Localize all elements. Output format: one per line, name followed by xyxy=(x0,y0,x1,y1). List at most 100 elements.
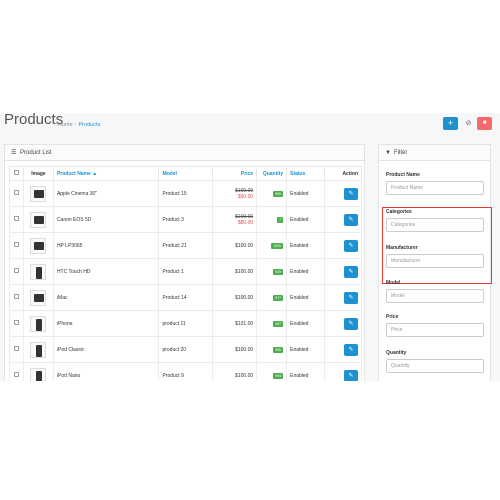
filter-icon: ▼ xyxy=(385,150,391,156)
select-all-cell xyxy=(9,166,24,181)
product-name: HP LP3065 xyxy=(52,232,160,259)
quantity-badge: 939 xyxy=(273,268,284,275)
product-model: Product 15 xyxy=(158,180,214,207)
product-list-heading: ☰ Product List xyxy=(5,145,364,161)
product-price: $101.00 xyxy=(212,310,258,337)
filter-heading: ▼ Filter xyxy=(379,145,490,161)
pencil-icon: ✎ xyxy=(348,190,354,197)
edit-button[interactable]: ✎ xyxy=(344,369,358,381)
edit-button[interactable]: ✎ xyxy=(344,239,358,252)
quantity-badge: 994 xyxy=(273,372,284,379)
product-status: Enabled xyxy=(286,362,326,381)
product-model: Product 14 xyxy=(158,284,214,311)
table-header-row: Image Product Name ▲ Model Price Quantit… xyxy=(9,166,362,181)
table-row: HP LP3065 Product 21 $100.00 1000 Enable… xyxy=(9,232,362,259)
edit-button[interactable]: ✎ xyxy=(344,291,358,304)
row-checkbox[interactable] xyxy=(13,190,19,195)
product-thumbnail xyxy=(30,185,47,202)
filter-title: Filter xyxy=(394,150,408,156)
row-checkbox[interactable] xyxy=(13,372,19,377)
edit-button[interactable]: ✎ xyxy=(344,317,358,330)
edit-button[interactable]: ✎ xyxy=(344,343,358,356)
column-status[interactable]: Status xyxy=(286,166,326,181)
page-header: Products Home › Products + ⊘ ■ xyxy=(0,113,500,133)
breadcrumb-products[interactable]: Products xyxy=(79,122,101,128)
edit-button[interactable]: ✎ xyxy=(344,265,358,278)
product-price: $100.00 xyxy=(212,284,258,311)
column-model[interactable]: Model xyxy=(158,166,214,181)
quantity-label: Quantity xyxy=(386,350,407,356)
column-product-name[interactable]: Product Name ▲ xyxy=(52,166,160,181)
product-name: iPhone xyxy=(52,310,160,337)
edit-button[interactable]: ✎ xyxy=(344,213,358,226)
model-input[interactable]: Model xyxy=(386,289,484,303)
breadcrumb-home[interactable]: Home xyxy=(58,122,73,128)
product-table: Image Product Name ▲ Model Price Quantit… xyxy=(9,166,362,381)
edit-button[interactable]: ✎ xyxy=(344,187,358,200)
select-all-checkbox[interactable] xyxy=(13,170,19,175)
table-row: Canon EOS 5D Product 3 $100.00 $80.00 7 E… xyxy=(9,206,362,233)
copy-button[interactable]: ⊘ xyxy=(461,117,476,130)
row-checkbox[interactable] xyxy=(13,242,19,247)
product-status: Enabled xyxy=(286,232,326,259)
row-checkbox[interactable] xyxy=(13,346,19,351)
product-name: Apple Cinema 30" xyxy=(52,180,160,207)
column-product-name-label: Product Name xyxy=(56,170,91,177)
product-status: Enabled xyxy=(286,310,326,337)
product-name-input[interactable]: Product Name xyxy=(386,181,484,195)
manufacturer-input[interactable]: Manufacturer xyxy=(386,254,484,268)
pencil-icon: ✎ xyxy=(348,372,354,379)
quantity-badge: 1000 xyxy=(271,242,284,249)
product-status: Enabled xyxy=(286,180,326,207)
table-row: HTC Touch HD Product 1 $100.00 939 Enabl… xyxy=(9,258,362,285)
product-status: Enabled xyxy=(286,258,326,285)
price-input[interactable]: Price xyxy=(386,323,484,337)
table-row: iPhone product 11 $101.00 967 Enabled ✎ xyxy=(9,310,362,337)
product-model: Product 3 xyxy=(158,206,214,233)
row-checkbox[interactable] xyxy=(13,320,19,325)
product-model: product 11 xyxy=(158,310,214,337)
breadcrumb-separator: › xyxy=(74,122,77,128)
quantity-input[interactable]: Quantity xyxy=(386,359,484,373)
sort-asc-icon: ▲ xyxy=(92,170,98,177)
pencil-icon: ✎ xyxy=(348,320,354,327)
categories-input[interactable]: Categories xyxy=(386,218,484,232)
delete-button[interactable]: ■ xyxy=(477,117,492,130)
product-thumbnail xyxy=(30,315,47,332)
table-row: iMac Product 14 $100.00 977 Enabled ✎ xyxy=(9,284,362,311)
product-price: $100.00 xyxy=(212,336,258,363)
product-model: Product 1 xyxy=(158,258,214,285)
column-price[interactable]: Price xyxy=(212,166,258,181)
list-icon: ☰ xyxy=(11,150,17,156)
product-price-special: $80.00 xyxy=(237,219,254,226)
quantity-badge: 7 xyxy=(277,216,284,223)
pencil-icon: ✎ xyxy=(348,346,354,353)
quantity-badge: 977 xyxy=(273,294,284,301)
pencil-icon: ✎ xyxy=(348,216,354,223)
model-label: Model xyxy=(386,280,401,286)
product-price: $100.00 xyxy=(212,258,258,285)
column-quantity[interactable]: Quantity xyxy=(256,166,288,181)
manufacturer-label: Manufacturer xyxy=(386,245,418,251)
pencil-icon: ✎ xyxy=(348,294,354,301)
add-product-button[interactable]: + xyxy=(443,117,458,130)
filter-panel: ▼ Filter Product Name Product Name Catego… xyxy=(378,144,492,381)
pencil-icon: ✎ xyxy=(348,268,354,275)
product-price: $100.00 xyxy=(212,362,258,381)
product-name: HTC Touch HD xyxy=(52,258,160,285)
row-checkbox[interactable] xyxy=(13,216,19,221)
quantity-badge: 990 xyxy=(273,190,284,197)
product-model: Product 9 xyxy=(158,362,214,381)
product-status: Enabled xyxy=(286,206,326,233)
product-name: iPod Classic xyxy=(52,336,160,363)
table-row: iPod Classic product 20 $100.00 995 Enab… xyxy=(9,336,362,363)
row-checkbox[interactable] xyxy=(13,294,19,299)
product-thumbnail xyxy=(30,263,47,280)
product-name: Canon EOS 5D xyxy=(52,206,160,233)
price-label: Price xyxy=(386,314,399,320)
product-name: iPod Nano xyxy=(52,362,160,381)
row-checkbox[interactable] xyxy=(13,268,19,273)
product-thumbnail xyxy=(30,211,47,228)
product-list-title: Product List xyxy=(20,150,52,156)
product-thumbnail xyxy=(30,367,47,381)
